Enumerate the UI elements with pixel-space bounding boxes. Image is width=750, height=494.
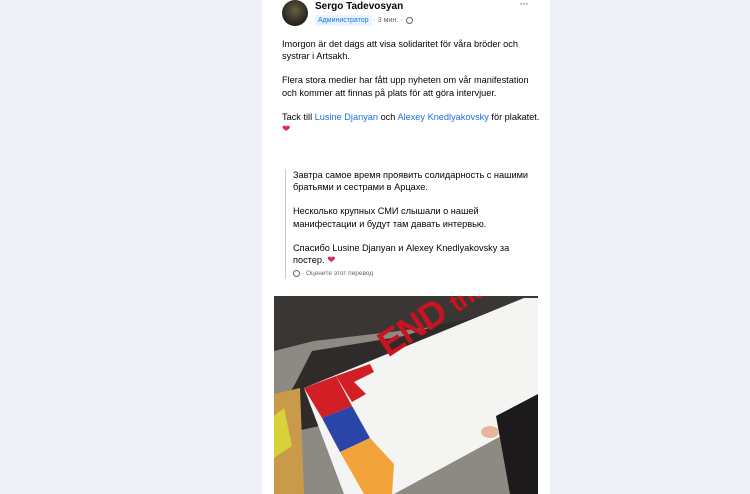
text-fragment: Спасибо Lusine Djanyan и Alexey Knedlyak… bbox=[293, 242, 510, 266]
meta-separator: · bbox=[400, 17, 403, 24]
post-meta: Администратор · 3 мин. · bbox=[315, 15, 414, 27]
post-paragraph: Tack till Lusine Djanyan och Alexey Kned… bbox=[282, 111, 544, 136]
post-photo[interactable]: END the BL bbox=[274, 296, 538, 494]
post-header: Sergo Tadevosyan Администратор · 3 мин. … bbox=[282, 0, 542, 30]
heart-icon: ❤ bbox=[327, 255, 336, 267]
post-paragraph: Flera stora medier har fått upp nyheten … bbox=[282, 75, 529, 98]
rate-translation-label: · Оцените этот перевод bbox=[302, 270, 374, 278]
mention-link-alexey[interactable]: Alexey Knedlyakovsky bbox=[397, 112, 488, 122]
post-time[interactable]: 3 мин. bbox=[378, 17, 398, 24]
more-icon[interactable]: ··· bbox=[519, 0, 529, 10]
post-text: Imorgon är det dags att visa solidaritet… bbox=[282, 38, 544, 148]
post-paragraph: Imorgon är det dags att visa solidaritet… bbox=[282, 39, 518, 62]
meta-separator: · bbox=[373, 17, 376, 24]
text-fragment: Tack till bbox=[282, 111, 315, 122]
text-fragment: och bbox=[378, 111, 398, 122]
facebook-post: Sergo Tadevosyan Администратор · 3 мин. … bbox=[262, 0, 550, 494]
admin-badge: Администратор bbox=[315, 15, 372, 26]
gear-icon bbox=[293, 270, 300, 277]
rate-translation[interactable]: · Оцените этот перевод bbox=[293, 269, 543, 279]
hand bbox=[481, 426, 499, 438]
heart-icon: ❤ bbox=[282, 124, 291, 136]
translation-paragraph: Завтра самое время проявить солидарность… bbox=[293, 170, 529, 193]
translation-paragraph: Спасибо Lusine Djanyan и Alexey Knedlyak… bbox=[293, 242, 543, 267]
translation-paragraph: Несколько крупных СМИ слышали о нашей ма… bbox=[293, 206, 487, 229]
globe-icon bbox=[406, 17, 414, 24]
mention-link-lusine[interactable]: Lusine Djanyan bbox=[315, 112, 378, 122]
translation-block: Завтра самое время проявить солидарность… bbox=[285, 169, 543, 280]
text-fragment: för plakatet. bbox=[488, 111, 540, 122]
author-name[interactable]: Sergo Tadevosyan bbox=[315, 1, 403, 12]
author-avatar[interactable] bbox=[282, 0, 308, 26]
